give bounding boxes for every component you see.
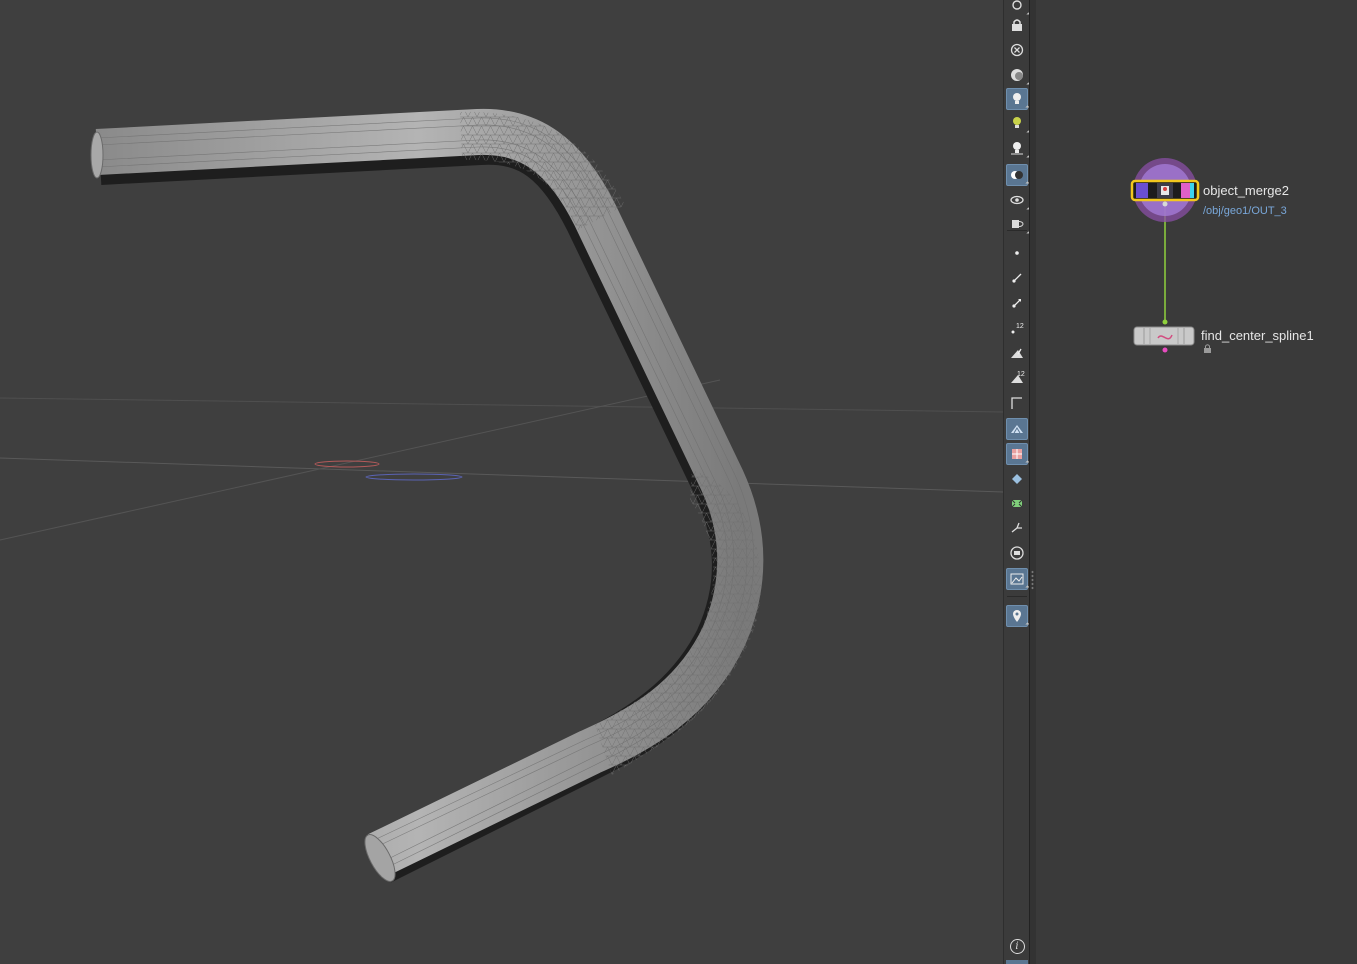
lock-camera-icon — [1012, 19, 1022, 31]
info-icon: i — [1009, 938, 1025, 954]
shading-mode-icon — [1011, 69, 1023, 81]
ambient-occlusion-button[interactable] — [1006, 164, 1030, 186]
shading-mode-button[interactable] — [1006, 64, 1031, 87]
node-find-center-spline1[interactable] — [1133, 326, 1195, 353]
high-quality-light-icon — [1011, 142, 1023, 155]
point-velocity-icon — [1012, 299, 1021, 308]
backface-button[interactable] — [1006, 542, 1028, 564]
uv-display-icon — [1011, 397, 1022, 409]
network-editor[interactable]: object_merge2 /obj/geo1/OUT_3 find_cente… — [1036, 0, 1357, 964]
ambient-occlusion-icon — [1011, 171, 1023, 179]
ghost-objects-button[interactable] — [1006, 189, 1031, 212]
texture-display-icon — [1012, 449, 1022, 459]
x-axis-handle — [314, 460, 380, 468]
normal-light-icon — [1013, 117, 1021, 128]
point-normals-icon — [1012, 273, 1022, 283]
svg-text:12: 12 — [1017, 371, 1025, 378]
uv-display-button[interactable] — [1006, 392, 1028, 414]
texture-display-button[interactable] — [1006, 443, 1030, 465]
hide-objects-button[interactable] — [1006, 213, 1031, 236]
display-options-icon — [1012, 0, 1022, 10]
toolbar-separator — [1007, 596, 1027, 597]
svg-text:12: 12 — [1016, 323, 1024, 330]
point-numbers-button[interactable]: 12 — [1006, 317, 1028, 339]
shaded-wireframe-button[interactable] — [1006, 418, 1028, 440]
info-button[interactable]: i — [1006, 935, 1028, 957]
remove-button[interactable] — [1006, 39, 1028, 61]
display-toolbar: 12 12 i — [1003, 0, 1031, 964]
tube-cap-left — [90, 131, 104, 179]
ground-grid — [0, 379, 1003, 541]
point-display-button[interactable] — [1006, 242, 1028, 264]
bend-mesh-middle — [595, 470, 762, 775]
point-numbers-icon: 12 — [1011, 323, 1024, 334]
point-velocity-button[interactable] — [1006, 292, 1028, 314]
scene-viewport[interactable] — [0, 0, 1003, 964]
origin-icon — [1011, 522, 1022, 533]
backface-icon — [1010, 546, 1024, 560]
snapshot-pin-button[interactable] — [1006, 605, 1030, 627]
lock-icon — [1204, 344, 1211, 353]
snapshot-pin-icon — [1013, 610, 1021, 622]
background-image-icon — [1010, 573, 1024, 585]
z-axis-handle — [365, 473, 463, 481]
toolbar-bottom-tab[interactable] — [1006, 960, 1028, 964]
output-connector[interactable] — [1162, 319, 1168, 325]
primitive-normals-button[interactable] — [1006, 342, 1028, 364]
headlight-button[interactable] — [1006, 88, 1030, 110]
viewport-canvas[interactable] — [0, 0, 1003, 964]
tube-wireframe — [96, 117, 755, 869]
bend-mesh-top — [460, 111, 625, 230]
network-canvas[interactable] — [1036, 0, 1357, 964]
remove-icon — [1010, 43, 1024, 57]
background-image-button[interactable] — [1006, 568, 1030, 590]
guide-display-icon — [1011, 499, 1023, 508]
headlight-icon — [1013, 93, 1021, 104]
template-display-icon — [1012, 474, 1022, 484]
node-path-object-merge2: /obj/geo1/OUT_3 — [1203, 205, 1287, 217]
node-name-find-center-spline1[interactable]: find_center_spline1 — [1201, 328, 1314, 343]
display-flag-icon[interactable] — [1162, 347, 1168, 353]
node-object-merge2[interactable] — [1130, 158, 1200, 222]
point-display-icon — [1015, 251, 1019, 255]
guide-display-button[interactable] — [1006, 492, 1028, 514]
shaded-wireframe-icon — [1011, 425, 1023, 434]
high-quality-light-button[interactable] — [1006, 137, 1031, 160]
primitive-numbers-icon: 12 — [1011, 371, 1025, 383]
splitter-grip[interactable] — [1031, 570, 1034, 590]
toolbar-separator — [1007, 230, 1027, 231]
lock-camera-button[interactable] — [1006, 14, 1028, 36]
ghost-objects-icon — [1010, 195, 1024, 205]
primitive-numbers-button[interactable]: 12 — [1006, 367, 1028, 389]
template-display-button[interactable] — [1006, 468, 1028, 490]
point-normals-button[interactable] — [1006, 267, 1028, 289]
primitive-normals-icon — [1011, 348, 1023, 358]
origin-button[interactable] — [1006, 517, 1028, 539]
node-name-object-merge2[interactable]: object_merge2 — [1203, 183, 1289, 198]
normal-light-button[interactable] — [1006, 112, 1031, 135]
